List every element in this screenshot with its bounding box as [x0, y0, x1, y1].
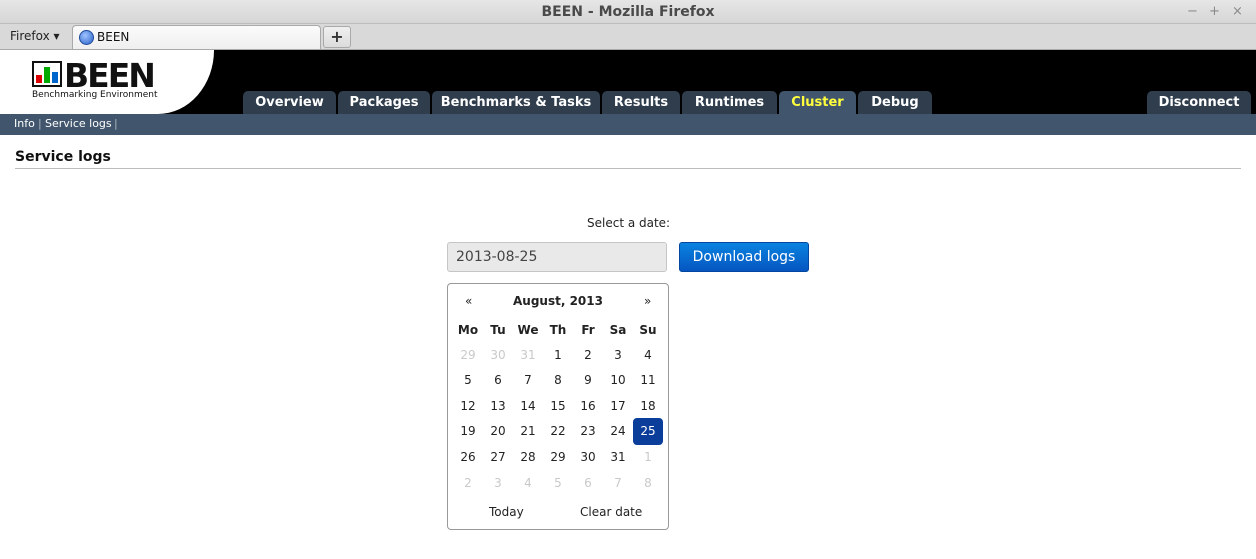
disconnect-button[interactable]: Disconnect [1147, 91, 1251, 114]
calendar-day[interactable]: 8 [543, 368, 573, 393]
calendar-weekday-header: Su [639, 323, 657, 337]
calendar-clear-date-button[interactable]: Clear date [580, 505, 642, 519]
calendar-day[interactable]: 6 [573, 471, 603, 496]
subnav-service-logs[interactable]: Service logs [45, 117, 112, 130]
calendar-day[interactable]: 23 [573, 419, 603, 444]
subnav-separator: | [114, 117, 118, 130]
calendar-day[interactable]: 10 [603, 368, 633, 393]
date-picker-calendar: August, 2013 « » Today Clear date Mo Tu We… [447, 283, 669, 530]
select-date-label: Select a date: [587, 216, 671, 230]
logo-bar-red [36, 75, 42, 83]
calendar-day[interactable]: 19 [453, 419, 483, 444]
calendar-day[interactable]: 1 [633, 445, 663, 470]
calendar-day[interactable]: 26 [453, 445, 483, 470]
calendar-day[interactable]: 7 [513, 368, 543, 393]
calendar-prev-button[interactable]: « [465, 294, 472, 308]
calendar-next-button[interactable]: » [644, 294, 651, 308]
calendar-day[interactable]: 21 [513, 419, 543, 444]
browser-tab-label: BEEN [97, 30, 130, 44]
minimize-icon[interactable]: − [1187, 4, 1198, 19]
window-titlebar: BEEN - Mozilla Firefox − + × [0, 0, 1256, 24]
calendar-day[interactable]: 29 [543, 445, 573, 470]
calendar-day[interactable]: 29 [453, 343, 483, 368]
calendar-day-selected[interactable]: 25 [633, 418, 663, 445]
calendar-day[interactable]: 27 [483, 445, 513, 470]
calendar-day[interactable]: 7 [603, 471, 633, 496]
tab-cluster[interactable]: Cluster [779, 91, 856, 114]
calendar-day[interactable]: 30 [573, 445, 603, 470]
subnav-info[interactable]: Info [14, 117, 35, 130]
calendar-day[interactable]: 18 [633, 394, 663, 419]
tab-debug[interactable]: Debug [858, 91, 932, 114]
calendar-day[interactable]: 24 [603, 419, 633, 444]
title-divider [15, 168, 1241, 169]
calendar-day[interactable]: 1 [543, 343, 573, 368]
calendar-day[interactable]: 20 [483, 419, 513, 444]
calendar-day[interactable]: 31 [603, 445, 633, 470]
firefox-menu-button[interactable]: Firefox ▾ [10, 29, 60, 43]
calendar-weekday-header: Mo [457, 323, 479, 337]
calendar-day[interactable]: 31 [513, 343, 543, 368]
calendar-day[interactable]: 11 [633, 368, 663, 393]
tab-overview[interactable]: Overview [243, 91, 336, 114]
calendar-day[interactable]: 4 [513, 471, 543, 496]
calendar-day[interactable]: 22 [543, 419, 573, 444]
calendar-today-button[interactable]: Today [489, 505, 524, 519]
logo-bar-blue [52, 72, 58, 83]
calendar-day[interactable]: 15 [543, 394, 573, 419]
calendar-day[interactable]: 28 [513, 445, 543, 470]
window-title: BEEN - Mozilla Firefox [541, 4, 715, 20]
new-tab-button[interactable]: + [323, 26, 351, 48]
calendar-day[interactable]: 9 [573, 368, 603, 393]
maximize-icon[interactable]: + [1209, 4, 1220, 19]
calendar-day[interactable]: 8 [633, 471, 663, 496]
logo-subtitle: Benchmarking Environment [32, 90, 158, 100]
calendar-day[interactable]: 5 [453, 368, 483, 393]
calendar-day[interactable]: 30 [483, 343, 513, 368]
subnav-separator: | [38, 117, 42, 130]
calendar-weekday-header: Tu [490, 323, 506, 337]
calendar-day[interactable]: 13 [483, 394, 513, 419]
browser-tab-been[interactable]: BEEN [72, 25, 321, 49]
calendar-day[interactable]: 3 [603, 343, 633, 368]
tab-runtimes[interactable]: Runtimes [682, 91, 777, 114]
logo-bar-green [44, 67, 50, 83]
calendar-month-title[interactable]: August, 2013 [448, 294, 668, 308]
favicon-icon [79, 30, 94, 45]
calendar-day[interactable]: 6 [483, 368, 513, 393]
tab-results[interactable]: Results [602, 91, 680, 114]
calendar-day[interactable]: 4 [633, 343, 663, 368]
calendar-day[interactable]: 14 [513, 394, 543, 419]
download-logs-button[interactable]: Download logs [679, 242, 809, 272]
calendar-day[interactable]: 12 [453, 394, 483, 419]
logo-chart-icon [32, 61, 62, 87]
browser-tabstrip: Firefox ▾ BEEN + [0, 24, 1256, 50]
calendar-day[interactable]: 2 [453, 471, 483, 496]
date-input[interactable] [447, 242, 667, 272]
close-icon[interactable]: × [1232, 4, 1243, 19]
tab-packages[interactable]: Packages [338, 91, 430, 114]
logo[interactable]: BEEN Benchmarking Environment [0, 50, 214, 114]
calendar-weekday-header: Sa [609, 323, 627, 337]
tab-benchmarks-tasks[interactable]: Benchmarks & Tasks [432, 91, 600, 114]
page-title: Service logs [15, 149, 111, 165]
calendar-weekday-header: We [517, 323, 539, 337]
calendar-weekday-header: Th [549, 323, 567, 337]
calendar-day[interactable]: 5 [543, 471, 573, 496]
calendar-day[interactable]: 3 [483, 471, 513, 496]
calendar-weekday-header: Fr [581, 323, 595, 337]
calendar-day[interactable]: 16 [573, 394, 603, 419]
app-header: BEEN Benchmarking Environment Overview P… [0, 50, 1256, 114]
calendar-day[interactable]: 17 [603, 394, 633, 419]
calendar-day[interactable]: 2 [573, 343, 603, 368]
sub-navigation: Info | Service logs | [0, 114, 1256, 135]
